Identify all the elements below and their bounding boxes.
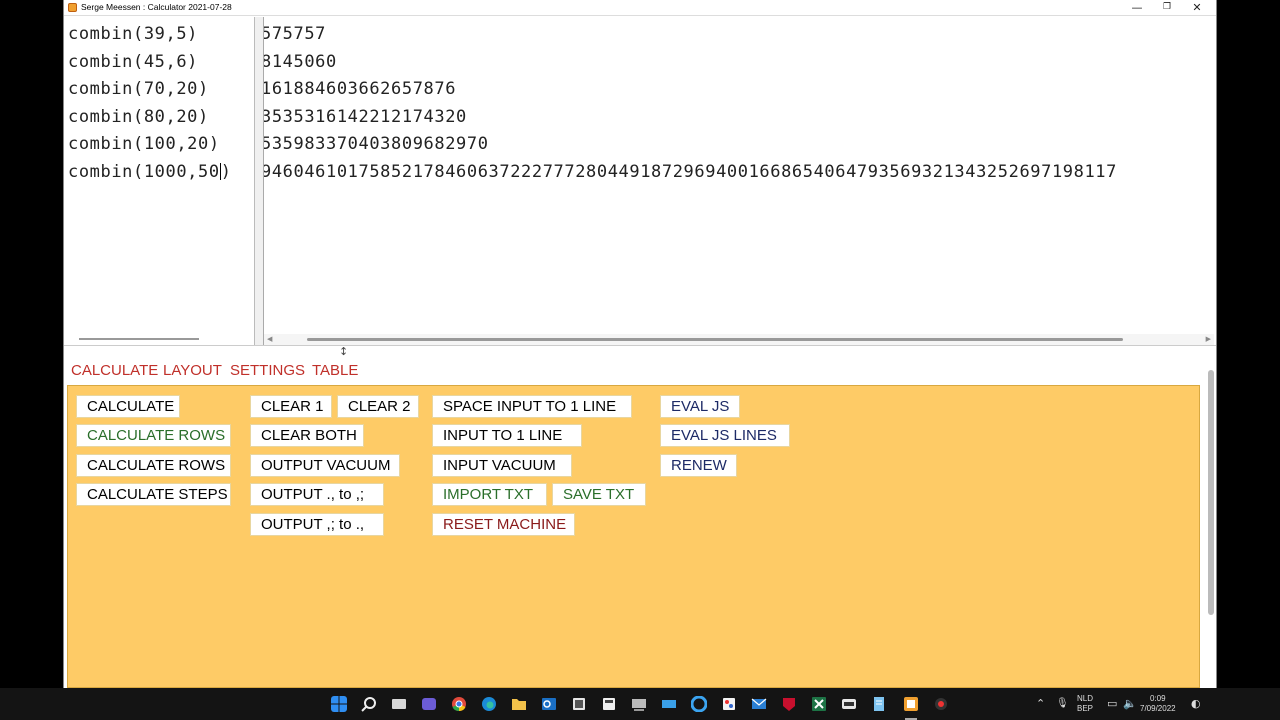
input-vacuum-button[interactable]: INPUT VACUUM: [432, 454, 572, 477]
window-title: Serge Meessen : Calculator 2021-07-28: [81, 2, 232, 12]
save-txt-button[interactable]: SAVE TXT: [552, 483, 646, 506]
output-line: 575757: [264, 24, 327, 44]
clock-time: 0:09: [1150, 694, 1166, 703]
import-txt-button[interactable]: IMPORT TXT: [432, 483, 547, 506]
car-icon[interactable]: [841, 696, 857, 712]
output-comma-to-dot-button[interactable]: OUTPUT ,; to .,: [250, 513, 384, 536]
calculator-app-icon[interactable]: [903, 696, 919, 712]
calculator-window: Serge Meessen : Calculator 2021-07-28 — …: [63, 0, 1217, 688]
windows-start-icon[interactable]: [331, 696, 347, 712]
panel-vertical-scrollbar[interactable]: [1208, 370, 1214, 615]
input-line-last: combin(1000,50): [68, 162, 232, 182]
input-line-text: combin(1000,50: [68, 162, 220, 182]
excel-icon[interactable]: [811, 696, 827, 712]
renew-button[interactable]: RENEW: [660, 454, 737, 477]
minimize-button[interactable]: —: [1122, 0, 1152, 15]
panel-splitter[interactable]: [64, 345, 1216, 359]
volume-icon[interactable]: 🔈: [1123, 697, 1137, 711]
reset-machine-button[interactable]: RESET MACHINE: [432, 513, 575, 536]
input-textarea[interactable]: combin(39,5) combin(45,6) combin(70,20) …: [64, 17, 255, 345]
desktop-icon[interactable]: [631, 696, 647, 712]
calculate-rows-button[interactable]: CALCULATE ROWS: [76, 454, 231, 477]
tab-bar: CALCULATE LAYOUT SETTINGS TABLE: [64, 358, 1216, 385]
input-line: combin(45,6): [68, 52, 199, 72]
notification-icon[interactable]: ◐: [1191, 697, 1201, 711]
tab-layout[interactable]: LAYOUT: [163, 362, 222, 379]
space-input-to-line-button[interactable]: SPACE INPUT TO 1 LINE: [432, 395, 632, 418]
outlook-icon[interactable]: [541, 696, 557, 712]
scroll-left-icon[interactable]: ◀: [267, 334, 272, 345]
mcafee-icon[interactable]: [781, 696, 797, 712]
clock[interactable]: 0:09 7/09/2022: [1140, 694, 1176, 714]
pane-divider[interactable]: [255, 17, 264, 345]
input-to-line-button[interactable]: INPUT TO 1 LINE: [432, 424, 582, 447]
scroll-right-icon[interactable]: ▶: [1206, 334, 1211, 345]
input-line: combin(80,20): [68, 107, 209, 127]
clock-date: 7/09/2022: [1140, 704, 1176, 713]
output-line: 9460461017585217846063722277728044918729…: [264, 162, 1117, 182]
clear-1-button[interactable]: CLEAR 1: [250, 395, 332, 418]
chevron-up-icon[interactable]: ⌃: [1036, 697, 1045, 711]
output-vacuum-button[interactable]: OUTPUT VACUUM: [250, 454, 400, 477]
title-bar: Serge Meessen : Calculator 2021-07-28 — …: [64, 0, 1216, 16]
network-icon[interactable]: ▭: [1107, 697, 1117, 711]
eval-js-button[interactable]: EVAL JS: [660, 395, 740, 418]
output-line: 3535316142212174320: [264, 107, 467, 127]
output-line: 161884603662657876: [264, 79, 457, 99]
task-view-icon[interactable]: [391, 696, 407, 712]
output-line: 8145060: [264, 52, 337, 72]
recorder-icon[interactable]: [933, 696, 949, 712]
eval-js-lines-button[interactable]: EVAL JS LINES: [660, 424, 790, 447]
microphone-icon[interactable]: 🎙: [1056, 697, 1069, 711]
edge-icon[interactable]: [481, 696, 497, 712]
tab-table[interactable]: TABLE: [312, 362, 358, 379]
teams-icon[interactable]: [421, 696, 437, 712]
paint-icon[interactable]: [721, 696, 737, 712]
input-line: combin(70,20): [68, 79, 209, 99]
mail-icon[interactable]: [751, 696, 767, 712]
language-bottom: BEP: [1077, 704, 1094, 713]
app-icon: [68, 3, 77, 12]
calculate-rows-green-button[interactable]: CALCULATE ROWS: [76, 424, 231, 447]
tab-settings[interactable]: SETTINGS: [230, 362, 305, 379]
restore-button[interactable]: ❐: [1152, 0, 1182, 15]
language-top: NLD: [1077, 694, 1094, 703]
folder-icon[interactable]: [511, 696, 527, 712]
output-dot-to-comma-button[interactable]: OUTPUT ., to ,;: [250, 483, 384, 506]
output-textarea[interactable]: 575757 8145060 161884603662657876 353531…: [264, 17, 1214, 337]
notepad-icon[interactable]: [871, 696, 887, 712]
input-line: combin(100,20): [68, 134, 220, 154]
taskbar: ⌃ 🎙 NLD BEP ▭ 🔈 0:09 7/09/2022 ◐: [0, 688, 1280, 720]
input-line-tail: ): [220, 162, 232, 182]
clear-both-button[interactable]: CLEAR BOTH: [250, 424, 364, 447]
output-horizontal-scrollbar[interactable]: ◀ ▶: [264, 334, 1214, 345]
resize-cursor-icon: ↕: [339, 345, 349, 358]
input-horizontal-scrollbar[interactable]: [79, 338, 199, 340]
app-icon[interactable]: [571, 696, 587, 712]
input-line: combin(39,5): [68, 24, 199, 44]
ie-icon[interactable]: [691, 696, 707, 712]
close-button[interactable]: ✕: [1182, 0, 1212, 15]
clear-2-button[interactable]: CLEAR 2: [337, 395, 419, 418]
search-icon[interactable]: [361, 696, 377, 712]
calculator-icon[interactable]: [601, 696, 617, 712]
calculate-steps-button[interactable]: CALCULATE STEPS: [76, 483, 231, 506]
remote-desktop-icon[interactable]: [661, 696, 677, 712]
language-indicator[interactable]: NLD BEP: [1077, 694, 1093, 714]
output-line: 535983370403809682970: [264, 134, 489, 154]
scrollbar-thumb[interactable]: [307, 338, 1123, 341]
tab-calculate[interactable]: CALCULATE: [71, 362, 158, 379]
calculate-button[interactable]: CALCULATE: [76, 395, 180, 418]
button-panel: CALCULATE CALCULATE ROWS CALCULATE ROWS …: [67, 385, 1200, 688]
chrome-icon[interactable]: [451, 696, 467, 712]
